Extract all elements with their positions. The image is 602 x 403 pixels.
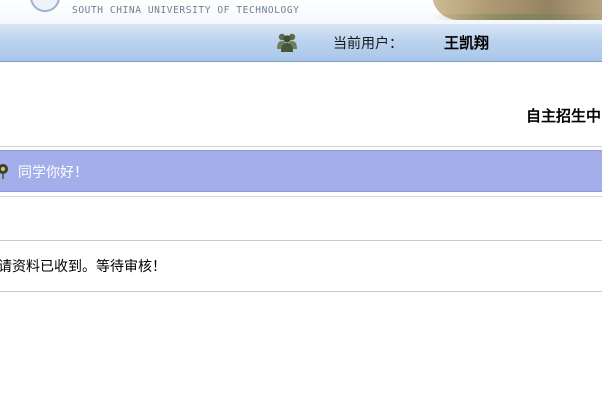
university-subtitle: SOUTH CHINA UNIVERSITY OF TECHNOLOGY [72,5,300,16]
page: SOUTH CHINA UNIVERSITY OF TECHNOLOGY 当前用… [0,0,602,403]
user-toolbar: 当前用户： 王凯翔 [0,24,602,62]
sunflower-icon [0,164,8,179]
message-box: 请资料已收到。等待审核！ [0,240,602,292]
current-user-label: 当前用户： [333,36,403,52]
divider [0,146,602,147]
university-logo [30,0,60,12]
header-banner: SOUTH CHINA UNIVERSITY OF TECHNOLOGY [0,0,602,24]
users-icon [277,33,297,52]
banner-photo-foliage [432,14,602,20]
greeting-text: 同学你好！ [18,165,88,181]
status-message: 请资料已收到。等待审核！ [0,259,166,275]
section-title: 自主招生中 [526,107,602,125]
divider [0,196,602,197]
greeting-bar: 同学你好！ [0,150,602,192]
current-user-name: 王凯翔 [444,34,490,52]
